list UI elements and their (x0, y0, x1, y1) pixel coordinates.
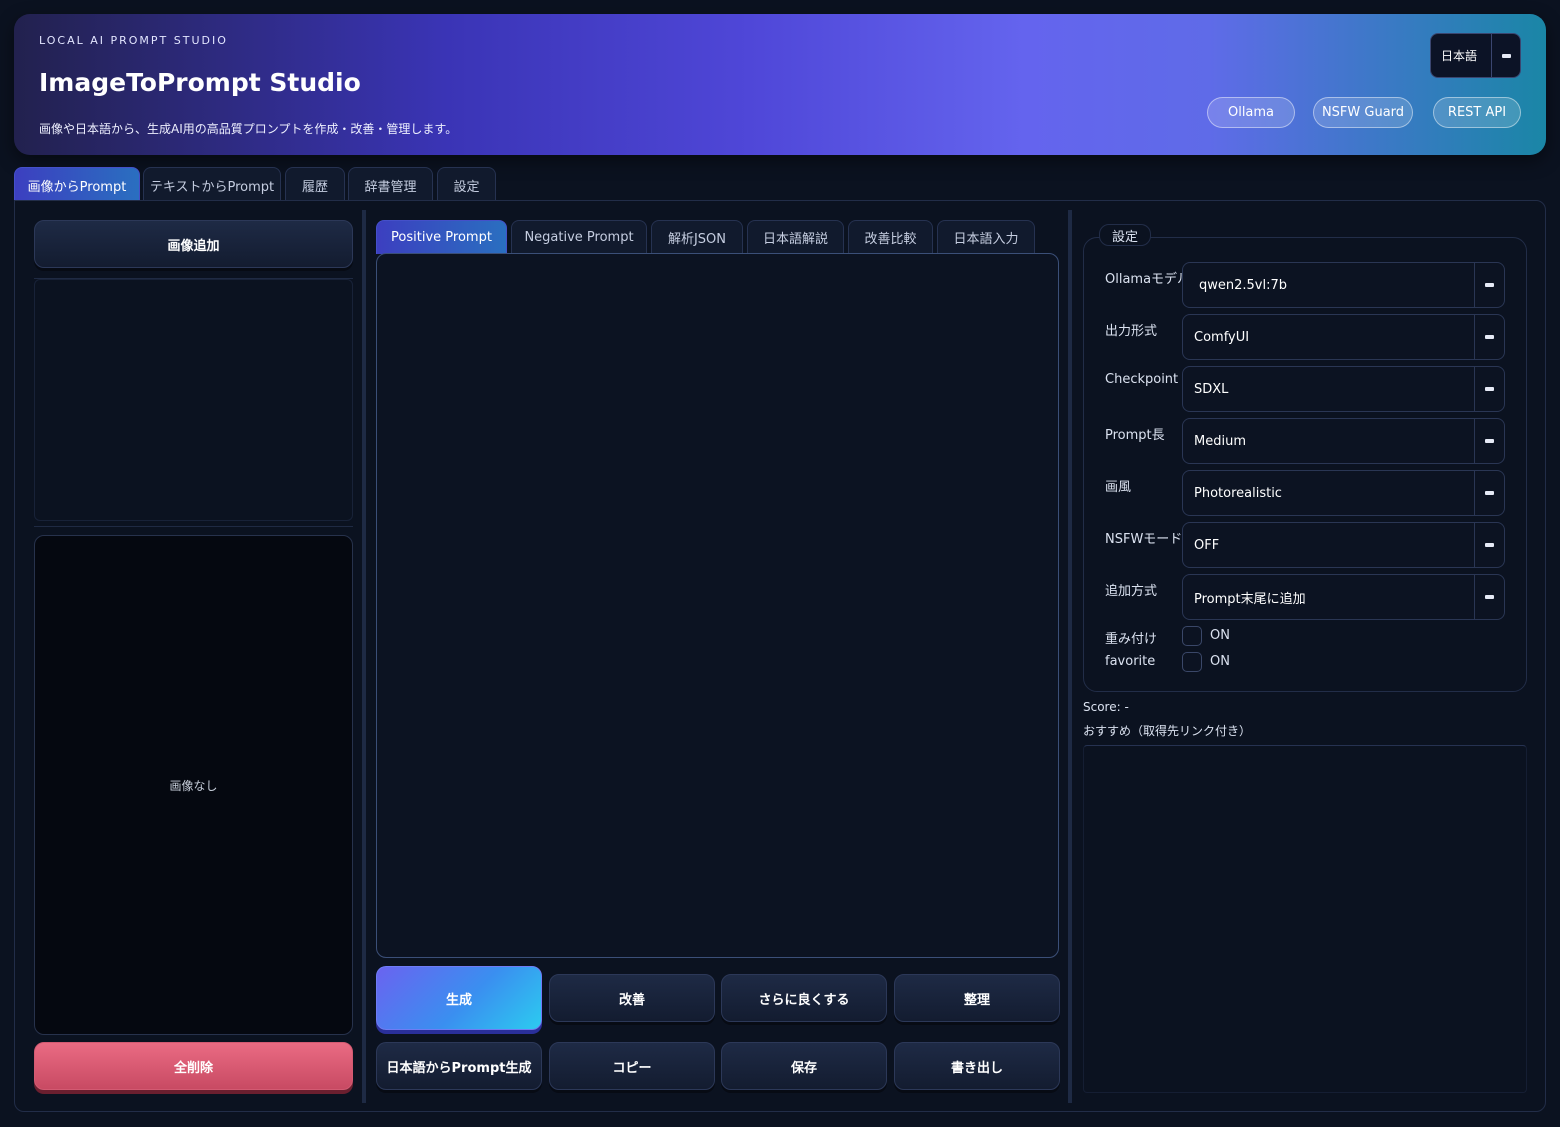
select-value: Photorealistic (1183, 471, 1475, 515)
app-title: ImageToPrompt Studio (39, 68, 361, 97)
positive-prompt-textarea[interactable] (376, 253, 1059, 958)
ollama-model-select[interactable]: qwen2.5vl:7b (1182, 262, 1505, 308)
tab-dictionary[interactable]: 辞書管理 (348, 167, 433, 202)
settings-legend: 設定 (1099, 224, 1152, 246)
setting-label-nsfw-mode: NSFWモード (1105, 532, 1183, 547)
delete-all-button[interactable]: 全削除 (34, 1042, 353, 1090)
favorite-on-label[interactable]: ON (1210, 654, 1230, 669)
setting-label-weighting: 重み付け (1105, 632, 1158, 647)
tab-analysis-json[interactable]: 解析JSON (651, 220, 743, 254)
setting-label-favorite: favorite (1105, 654, 1156, 669)
dropdown-arrow-icon[interactable] (1492, 34, 1520, 77)
image-dropzone[interactable] (34, 278, 353, 527)
app-header: LOCAL AI PROMPT STUDIO ImageToPrompt Stu… (14, 14, 1546, 155)
dropdown-arrow-icon[interactable] (1475, 367, 1504, 411)
dropdown-arrow-icon[interactable] (1475, 263, 1504, 307)
setting-label-checkpoint: Checkpoint (1105, 372, 1179, 387)
output-format-select[interactable]: ComfyUI (1182, 314, 1505, 360)
language-value: 日本語 (1431, 34, 1492, 77)
dropdown-arrow-icon[interactable] (1475, 575, 1504, 619)
select-value: ComfyUI (1183, 315, 1475, 359)
setting-label-append-mode: 追加方式 (1105, 584, 1158, 599)
tab-history[interactable]: 履歴 (285, 167, 345, 202)
recommend-label: おすすめ（取得先リンク付き） (1083, 724, 1252, 738)
app-subtitle: 画像や日本語から、生成AI用の高品質プロンプトを作成・改善・管理します。 (39, 122, 458, 136)
dropdown-arrow-icon[interactable] (1475, 315, 1504, 359)
setting-label-prompt-length: Prompt長 (1105, 428, 1165, 443)
recommend-list[interactable] (1083, 745, 1527, 1093)
weighting-on-label[interactable]: ON (1210, 628, 1230, 643)
dropdown-arrow-icon[interactable] (1475, 419, 1504, 463)
column-divider[interactable] (362, 210, 366, 1103)
image-list (34, 279, 353, 521)
select-value: Medium (1183, 419, 1475, 463)
tab-improvement-compare[interactable]: 改善比較 (848, 220, 933, 254)
select-value: qwen2.5vl:7b (1183, 263, 1475, 307)
tab-settings[interactable]: 設定 (437, 167, 496, 202)
export-button[interactable]: 書き出し (894, 1042, 1060, 1090)
dropdown-arrow-icon[interactable] (1475, 523, 1504, 567)
checkpoint-select[interactable]: SDXL (1182, 366, 1505, 412)
nsfw-mode-select[interactable]: OFF (1182, 522, 1505, 568)
setting-label-output-format: 出力形式 (1105, 324, 1158, 339)
score-text: Score: - (1083, 700, 1129, 714)
tab-negative-prompt[interactable]: Negative Prompt (511, 220, 647, 254)
pill-ollama[interactable]: Ollama (1207, 97, 1295, 128)
generate-button[interactable]: 生成 (376, 966, 542, 1030)
language-select[interactable]: 日本語 (1430, 33, 1521, 78)
select-value: SDXL (1183, 367, 1475, 411)
tab-text-to-prompt[interactable]: テキストからPrompt (143, 167, 281, 202)
japanese-to-prompt-button[interactable]: 日本語からPrompt生成 (376, 1042, 542, 1090)
select-value: OFF (1183, 523, 1475, 567)
select-value: Prompt末尾に追加 (1183, 575, 1475, 619)
improve-button[interactable]: 改善 (549, 974, 715, 1022)
tab-positive-prompt[interactable]: Positive Prompt (376, 220, 507, 254)
copy-button[interactable]: コピー (549, 1042, 715, 1090)
art-style-select[interactable]: Photorealistic (1182, 470, 1505, 516)
setting-label-art-style: 画風 (1105, 480, 1132, 495)
pill-nsfw-guard[interactable]: NSFW Guard (1313, 97, 1413, 128)
organize-button[interactable]: 整理 (894, 974, 1060, 1022)
app-eyebrow: LOCAL AI PROMPT STUDIO (39, 34, 228, 47)
tab-japanese-input[interactable]: 日本語入力 (937, 220, 1035, 254)
append-mode-select[interactable]: Prompt末尾に追加 (1182, 574, 1505, 620)
add-image-button[interactable]: 画像追加 (34, 220, 353, 268)
prompt-length-select[interactable]: Medium (1182, 418, 1505, 464)
no-image-text: 画像なし (169, 778, 218, 793)
setting-label-ollama-model: Ollamaモデル (1105, 272, 1191, 287)
enhance-button[interactable]: さらに良くする (721, 974, 887, 1022)
tab-image-to-prompt[interactable]: 画像からPrompt (14, 167, 140, 202)
dropdown-arrow-icon[interactable] (1475, 471, 1504, 515)
save-button[interactable]: 保存 (721, 1042, 887, 1090)
image-preview: 画像なし (34, 535, 353, 1035)
favorite-checkbox[interactable] (1182, 652, 1202, 672)
pill-rest-api[interactable]: REST API (1433, 97, 1521, 128)
tab-japanese-explanation[interactable]: 日本語解説 (747, 220, 844, 254)
weighting-checkbox[interactable] (1182, 626, 1202, 646)
column-divider[interactable] (1068, 210, 1072, 1103)
